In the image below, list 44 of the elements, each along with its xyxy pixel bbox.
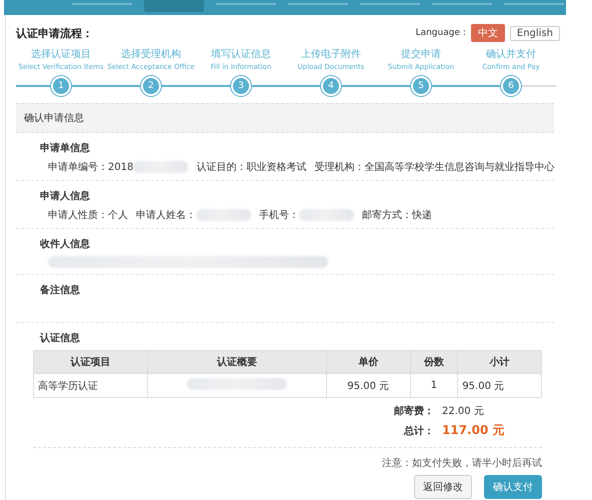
language-button[interactable]: English — [510, 26, 560, 40]
section-title: 申请人信息 — [40, 190, 91, 203]
total-value: 117.00 元 — [442, 422, 506, 439]
table-cell: 1 — [410, 374, 458, 398]
table-cell: 95.00 元 — [326, 374, 410, 398]
panel-header: 确认申请信息 — [16, 103, 554, 133]
column-header: 小计 — [458, 350, 542, 374]
section-title: 申请单信息 — [40, 142, 91, 155]
info-text: 手机号： — [259, 208, 299, 222]
table-cell: 95.00 元 — [458, 374, 542, 398]
postage-value: 22.00 元 — [442, 405, 485, 418]
column-header: 认证概要 — [147, 350, 326, 374]
section-title: 备注信息 — [40, 283, 81, 297]
column-header: 认证项目 — [34, 350, 148, 374]
step-number: 4 — [321, 76, 341, 96]
payment-notice: 注意：如支付失败，请半小时后再试 — [382, 456, 542, 470]
total-label: 总计： — [402, 424, 435, 438]
step-number: 3 — [231, 76, 251, 96]
info-text: 申请单编号：2018 — [48, 160, 134, 174]
process-title: 认证申请流程： — [16, 26, 93, 40]
step-label: 填写认证信息 — [210, 48, 272, 61]
step-number: 2 — [141, 76, 161, 96]
info-text: 认证目的：职业资格考试 — [196, 160, 306, 174]
step-number: 5 — [411, 76, 431, 96]
info-text: 邮寄方式：快递 — [362, 208, 432, 222]
step-label: 确认并支付 — [485, 48, 537, 61]
postage-label: 邮寄费： — [394, 404, 435, 418]
step-label: 上传电子附件 — [300, 48, 362, 61]
column-header: 份数 — [410, 350, 458, 374]
step-number: 1 — [51, 76, 71, 96]
step-number: 6 — [501, 76, 521, 96]
back-button[interactable]: 返回修改 — [414, 475, 472, 499]
section-title: 收件人信息 — [40, 238, 91, 251]
column-header: 单价 — [326, 350, 410, 374]
step-label: 提交申请 — [400, 48, 442, 61]
step-label: 选择认证项目 — [30, 48, 92, 61]
info-text: 申请人性质：个人 — [48, 208, 128, 222]
info-text: 申请人姓名： — [136, 208, 196, 222]
step-label: 选择受理机构 — [120, 48, 182, 61]
table-cell: 高等学历认证 — [34, 374, 148, 398]
language-label: Language : — [416, 28, 466, 38]
info-text: 受理机构：全国高等学校学生信息咨询与就业指导中心 — [314, 160, 554, 174]
nav-tab[interactable] — [144, 0, 204, 12]
section-title: 认证信息 — [38, 332, 81, 345]
